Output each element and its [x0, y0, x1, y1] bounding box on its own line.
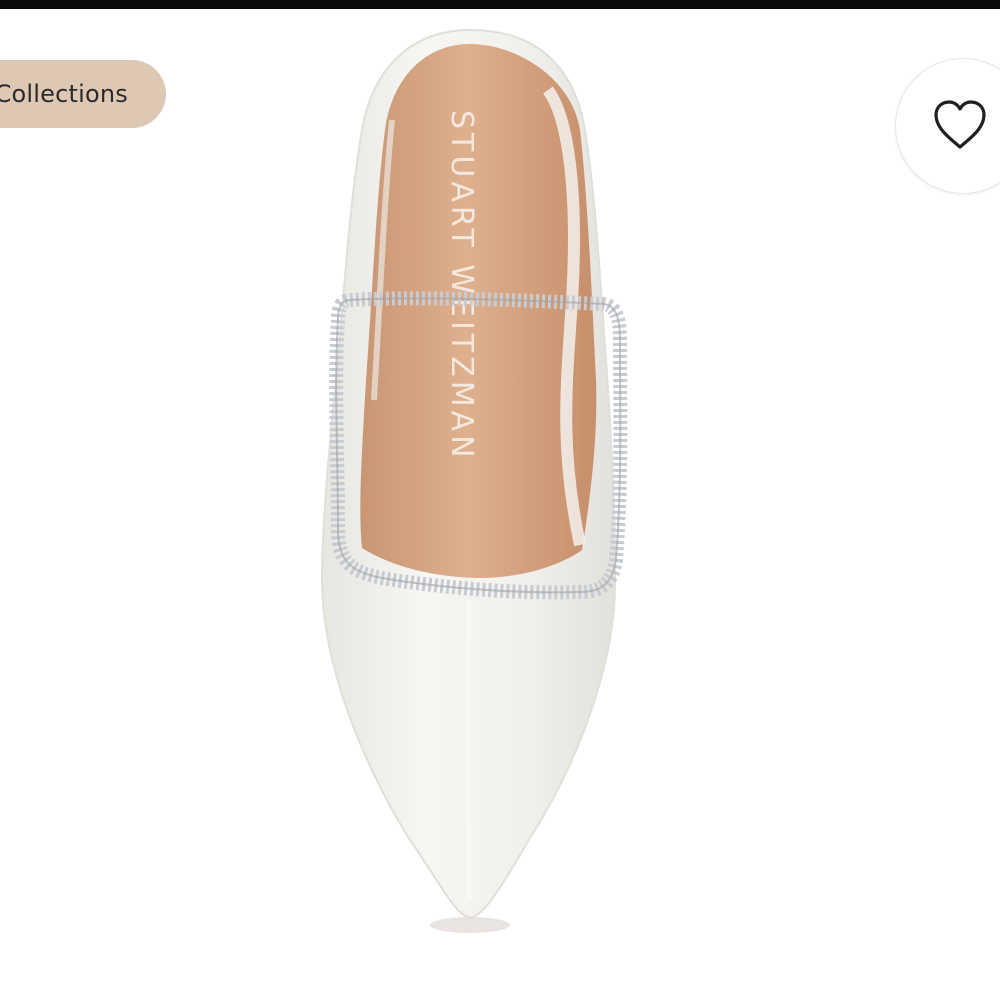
- vamp-crease: [464, 599, 473, 901]
- heart-outline-icon: [934, 100, 986, 149]
- insole-brand-text: STUART WEITZMAN: [444, 110, 479, 462]
- shoe-shadow: [430, 917, 510, 933]
- collections-button-label: Collections: [0, 80, 128, 108]
- top-bar: [0, 0, 1000, 9]
- product-image: STUART WEITZMAN: [320, 28, 628, 933]
- collections-button[interactable]: Collections: [0, 60, 166, 128]
